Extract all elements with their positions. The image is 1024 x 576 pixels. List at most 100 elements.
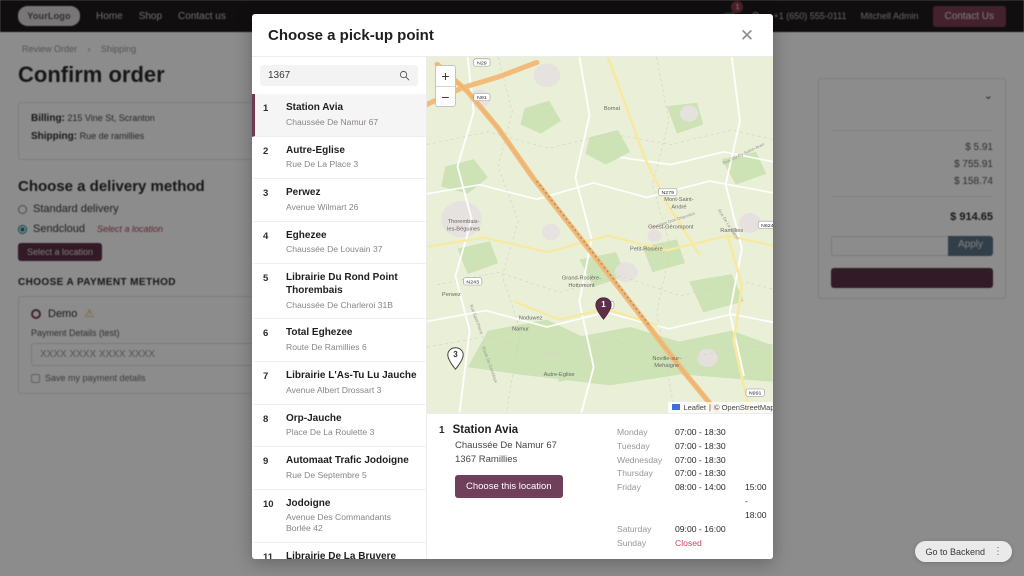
list-item[interactable]: 11Librairie De La BruyereRue Saint-Jean … <box>252 543 426 559</box>
list-item-address: Avenue Albert Drossart 3 <box>286 384 382 395</box>
list-item-name: Autre-Eglise <box>286 144 345 156</box>
pickup-point-detail: 1 Station Avia Chaussée De Namur 67 1367… <box>427 412 773 559</box>
openstreetmap-link[interactable]: © OpenStreetMap <box>714 403 773 412</box>
svg-text:N624: N624 <box>761 223 773 229</box>
zoom-out-button[interactable]: − <box>436 86 455 106</box>
map-marker-3[interactable]: 3 <box>447 347 464 370</box>
list-item[interactable]: 8 Orp-Jauche Place De La Roulette 3 <box>252 405 426 448</box>
map[interactable]: N29 N91 N279 N243 N91 N991 N624 <box>427 57 773 413</box>
list-item-number: 8 <box>263 413 269 425</box>
detail-address-line2: 1367 Ramillies <box>455 454 518 466</box>
list-item-name: Librairie De La Bruyere <box>286 550 397 559</box>
search-icon[interactable] <box>399 70 410 81</box>
modal-header: Choose a pick-up point ✕ <box>252 14 773 57</box>
search-wrapper <box>252 57 426 94</box>
list-item[interactable]: 9 Automaat Trafic Jodoigne Rue De Septembr… <box>252 447 426 490</box>
list-item-address: Avenue Des Commandants Borlée 42 <box>286 512 391 534</box>
pickup-point-list[interactable]: 1 Station Avia Chaussée De Namur 67 2 Autre-… <box>252 94 426 559</box>
opening-hours-row: Wednesday 07:00 - 18:30 <box>617 454 767 468</box>
list-item[interactable]: 10 Jodoigne Avenue Des Commandants Borlée … <box>252 490 426 543</box>
go-to-backend-label: Go to Backend <box>925 546 985 557</box>
list-item-name: Total Eghezee <box>286 327 353 339</box>
map-zoom-controls[interactable]: + − <box>435 65 456 107</box>
close-icon[interactable]: ✕ <box>737 25 757 45</box>
list-item[interactable]: 5 Librairie Du Rond Point Thorembais Chaus… <box>252 264 426 320</box>
svg-text:les-Béguines: les-Béguines <box>447 227 480 233</box>
detail-address-line1: Chaussée De Namur 67 <box>455 439 557 451</box>
list-item[interactable]: 6 Total Eghezee Route De Ramillies 6 <box>252 319 426 362</box>
list-item-address: Rue De Septembre 5 <box>286 469 367 480</box>
search-box[interactable] <box>260 65 418 86</box>
svg-text:Namur: Namur <box>512 327 529 333</box>
svg-text:N279: N279 <box>661 190 674 196</box>
modal-title: Choose a pick-up point <box>268 26 434 44</box>
svg-text:Petit-Rosière: Petit-Rosière <box>630 247 663 253</box>
hours-time-primary: 07:00 - 18:30 <box>675 454 726 465</box>
pickup-point-modal: Choose a pick-up point ✕ 1 Station Avia Ch… <box>252 14 773 559</box>
hours-day: Wednesday <box>617 454 663 465</box>
go-to-backend-pill[interactable]: Go to Backend ⋮ <box>915 541 1012 562</box>
svg-text:Mont-Saint-: Mont-Saint- <box>664 197 694 203</box>
list-item-number: 4 <box>263 230 269 242</box>
list-item-address: Chaussée De Charleroi 31B <box>286 299 394 310</box>
map-tiles: N29 N91 N279 N243 N91 N991 N624 <box>427 57 773 413</box>
map-marker-selected[interactable]: 1 <box>595 297 612 320</box>
svg-text:Mehaigne: Mehaigne <box>654 363 679 369</box>
opening-hours-row: Monday 07:00 - 18:30 <box>617 426 767 440</box>
opening-hours-row: Saturday 09:00 - 16:00 <box>617 523 767 537</box>
opening-hours-row: Thursday 07:00 - 18:30 <box>617 467 767 481</box>
choose-this-location-button[interactable]: Choose this location <box>455 475 563 499</box>
hours-time-secondary: 15:00 - 18:00 <box>745 482 767 521</box>
list-item-number: 9 <box>263 456 269 468</box>
hours-day: Tuesday <box>617 440 650 451</box>
zoom-in-button[interactable]: + <box>436 66 455 86</box>
list-item-name: Orp-Jauche <box>286 412 342 424</box>
detail-title-row: 1 Station Avia <box>439 424 607 436</box>
list-item-address: Place De La Roulette 3 <box>286 427 375 438</box>
hours-day: Friday <box>617 482 641 493</box>
opening-hours-row: Tuesday 07:00 - 18:30 <box>617 440 767 454</box>
opening-hours-table: Monday 07:00 - 18:30 Tuesday 07:00 - 18:30 W… <box>617 424 767 551</box>
hours-time-primary: 09:00 - 16:00 <box>675 524 726 535</box>
svg-text:N91: N91 <box>477 95 487 101</box>
list-item-number: 6 <box>263 328 269 340</box>
map-marker-label: 3 <box>453 350 458 359</box>
svg-text:Hottomont: Hottomont <box>568 283 595 289</box>
map-marker-label: 1 <box>601 300 606 309</box>
list-item[interactable]: 4 Eghezee Chaussée De Louvain 37 <box>252 222 426 265</box>
list-item[interactable]: 2 Autre-Eglise Rue De La Place 3 <box>252 137 426 180</box>
list-item-number: 3 <box>263 188 269 200</box>
svg-text:André: André <box>671 205 686 211</box>
list-item-name: Librairie Du Rond Point Thorembais <box>286 272 398 296</box>
svg-text:N243: N243 <box>466 280 479 286</box>
hours-time-primary: 07:00 - 18:30 <box>675 468 726 479</box>
list-item[interactable]: 7 Librairie L'As-Tu Lu Jauche Avenue Alber… <box>252 362 426 405</box>
svg-text:Noville-sur-: Noville-sur- <box>652 356 681 362</box>
detail-left: 1 Station Avia Chaussée De Namur 67 1367… <box>439 424 607 551</box>
list-item-number: 1 <box>263 103 269 114</box>
hours-day: Monday <box>617 426 648 437</box>
leaflet-flag-icon <box>672 404 681 411</box>
list-item-name: Eghezee <box>286 229 327 241</box>
hours-day: Thursday <box>617 468 653 479</box>
list-item-address: Route De Ramillies 6 <box>286 342 367 353</box>
hours-day: Sunday <box>617 538 647 549</box>
list-item[interactable]: 3 Perwez Avenue Wilmart 26 <box>252 179 426 222</box>
list-item-address: Chaussée De Louvain 37 <box>286 244 383 255</box>
hours-day: Saturday <box>617 524 652 535</box>
detail-name: Station Avia <box>452 423 519 436</box>
list-item-address: Chaussée De Namur 67 <box>286 116 379 127</box>
list-item-number: 5 <box>263 273 269 285</box>
map-attribution: Leaflet | © OpenStreetMap <box>668 401 773 413</box>
svg-text:N29: N29 <box>477 61 487 67</box>
leaflet-link[interactable]: Leaflet <box>683 403 706 412</box>
svg-text:Bomal: Bomal <box>604 106 620 112</box>
svg-text:Autre-Eglise: Autre-Eglise <box>544 372 575 378</box>
kebab-menu-icon[interactable]: ⋮ <box>993 546 1003 557</box>
list-item-name: Jodoigne <box>286 497 331 509</box>
hours-time-primary: 08:00 - 14:00 <box>675 482 726 493</box>
map-and-detail-panel: N29 N91 N279 N243 N91 N991 N624 <box>427 57 773 559</box>
list-item[interactable]: 1 Station Avia Chaussée De Namur 67 <box>252 94 426 137</box>
hours-time-primary: 07:00 - 18:30 <box>675 426 726 437</box>
search-input[interactable] <box>268 70 393 81</box>
